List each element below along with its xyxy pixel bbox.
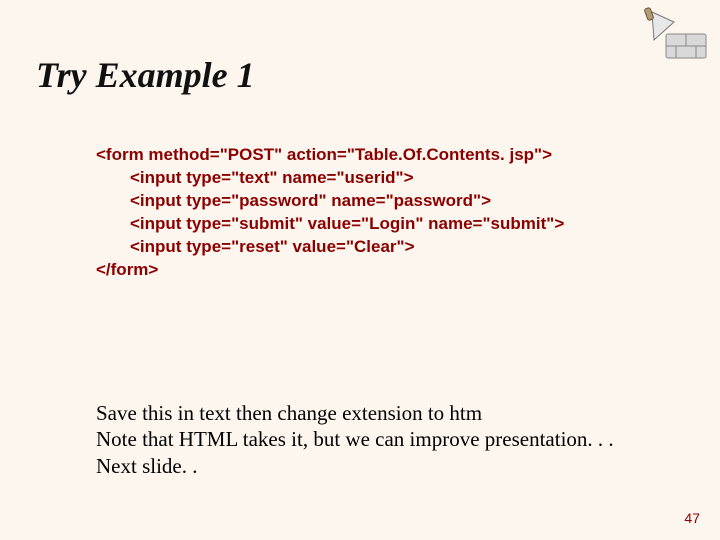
code-line: <form method="POST" action="Table.Of.Con… (96, 144, 684, 167)
code-line: <input type="reset" value="Clear"> (96, 236, 684, 259)
slide: Try Example 1 <form method="POST" action… (0, 0, 720, 540)
note-line: Next slide. . (96, 453, 614, 479)
code-block: <form method="POST" action="Table.Of.Con… (96, 144, 684, 282)
code-line: <input type="text" name="userid"> (96, 167, 684, 190)
code-line: <input type="password" name="password"> (96, 190, 684, 213)
note-line: Note that HTML takes it, but we can impr… (96, 426, 614, 452)
note-line: Save this in text then change extension … (96, 400, 614, 426)
slide-title: Try Example 1 (36, 54, 684, 96)
slide-notes: Save this in text then change extension … (96, 400, 614, 479)
trowel-brick-icon (632, 6, 712, 64)
page-number: 47 (684, 510, 700, 526)
code-line: </form> (96, 259, 684, 282)
code-line: <input type="submit" value="Login" name=… (96, 213, 684, 236)
